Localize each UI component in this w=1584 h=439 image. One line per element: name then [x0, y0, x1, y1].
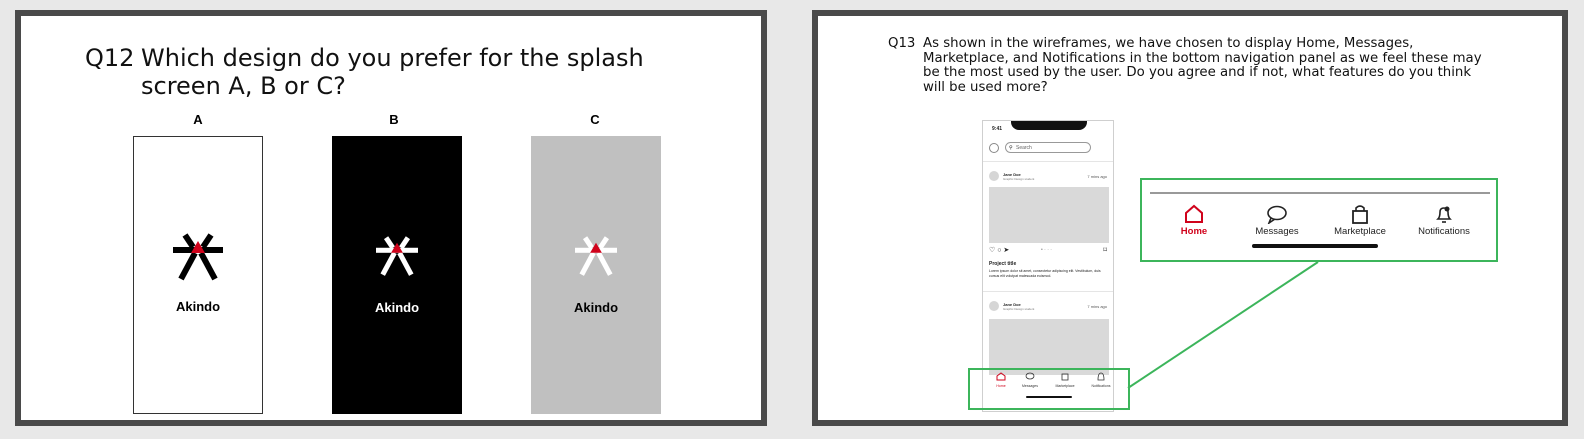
nav-label: Marketplace	[1334, 226, 1386, 237]
akindo-logo-icon	[376, 236, 418, 276]
nav-label: Notifications	[1418, 226, 1470, 237]
splash-design-c: Akindo	[531, 136, 661, 414]
splash-design-b: Akindo	[332, 136, 462, 414]
nav-marketplace[interactable]: Marketplace	[1320, 204, 1400, 237]
nav-label: Home	[1180, 226, 1208, 237]
option-label-b: B	[389, 112, 399, 127]
slide-q13: Q13 As shown in the wireframes, we have …	[812, 10, 1568, 426]
bell-icon	[1436, 206, 1452, 223]
nav-notifications[interactable]: Notifications	[1404, 204, 1484, 237]
nav-label: Messages	[1255, 226, 1299, 237]
nav-highlight-large: Home Messages Marketplace Notifications	[1140, 178, 1498, 262]
brand-name: Akindo	[175, 299, 221, 314]
nav-top-border	[1150, 192, 1490, 194]
option-label-c: C	[590, 112, 600, 127]
akindo-logo-icon	[575, 236, 617, 276]
home-indicator	[1252, 244, 1378, 248]
nav-home[interactable]: Home	[1154, 204, 1234, 237]
question-text: Which design do you prefer for the splas…	[141, 44, 644, 100]
brand-name: Akindo	[573, 300, 619, 315]
slide-q12: Q12 Which design do you prefer for the s…	[15, 10, 767, 426]
nav-messages[interactable]: Messages	[1237, 204, 1317, 237]
home-icon	[1185, 204, 1203, 223]
question-number: Q12	[85, 44, 135, 72]
shopping-bag-icon	[1352, 205, 1368, 224]
akindo-logo-icon	[173, 233, 223, 281]
chat-bubble-icon	[1267, 205, 1287, 224]
option-label-a: A	[193, 112, 203, 127]
brand-name: Akindo	[374, 300, 420, 315]
splash-design-a: Akindo	[133, 136, 263, 414]
